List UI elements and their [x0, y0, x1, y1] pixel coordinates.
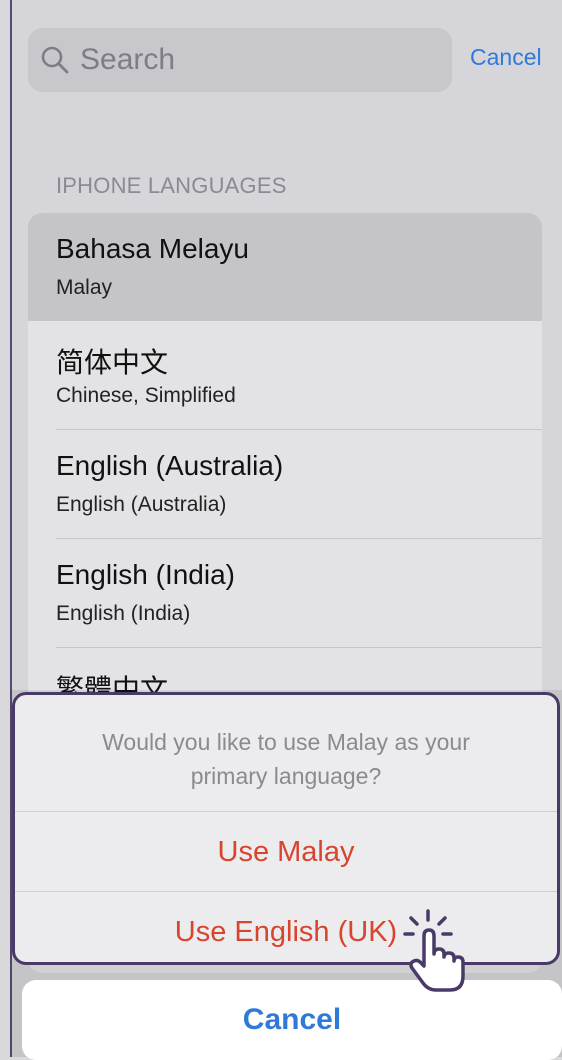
language-name: 简体中文 [56, 347, 169, 378]
language-name: Bahasa Melayu [56, 233, 250, 264]
message-line-2: primary language? [190, 763, 382, 789]
language-name: English (India) [56, 559, 235, 590]
use-malay-button[interactable]: Use Malay [15, 812, 557, 892]
language-subtitle: English (Australia) [56, 493, 227, 516]
search-field[interactable]: Search [28, 28, 452, 92]
list-item[interactable]: Bahasa Melayu Malay [28, 213, 542, 321]
language-subtitle: Chinese, Simplified [56, 384, 236, 407]
language-name: English (Australia) [56, 450, 284, 481]
cancel-button[interactable]: Cancel [22, 980, 562, 1060]
language-subtitle: English (India) [56, 602, 191, 625]
search-cancel-button[interactable]: Cancel [470, 44, 542, 71]
tap-hand-cursor-icon [403, 909, 465, 992]
section-header: IPHONE LANGUAGES [56, 173, 287, 198]
language-action-sheet: Would you like to use Malay as your prim… [12, 692, 560, 965]
action-sheet-message: Would you like to use Malay as your prim… [15, 725, 557, 793]
list-item[interactable]: English (Australia) English (Australia) [28, 430, 542, 538]
list-item[interactable]: English (India) English (India) [28, 539, 542, 647]
list-item[interactable]: 简体中文 Chinese, Simplified [28, 321, 542, 429]
language-subtitle: Malay [56, 276, 113, 299]
search-placeholder: Search [80, 43, 176, 76]
message-line-1: Would you like to use Malay as your [102, 729, 470, 755]
use-english-uk-button[interactable]: Use English (UK) [15, 892, 557, 962]
search-icon [41, 46, 69, 74]
